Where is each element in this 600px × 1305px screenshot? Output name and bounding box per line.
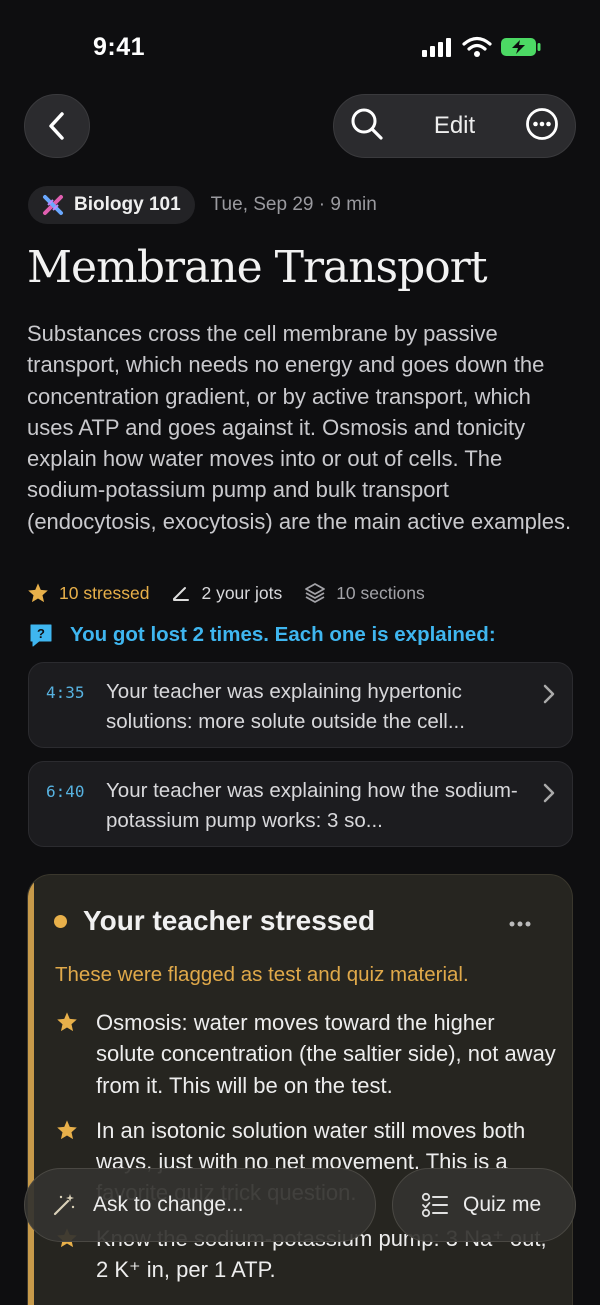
lost-moment-text: Your teacher was explaining hypertonic s… xyxy=(106,680,465,733)
lost-moment-timestamp: 4:35 xyxy=(46,683,85,702)
search-icon xyxy=(351,108,383,140)
star-icon xyxy=(28,583,48,603)
edit-button[interactable]: Edit xyxy=(434,112,475,140)
battery-charging-icon xyxy=(501,38,541,56)
stressed-card-header: Your teacher stressed xyxy=(54,905,375,937)
lost-moment-timestamp: 6:40 xyxy=(46,782,85,801)
question-bubble-icon: ? xyxy=(30,624,52,647)
stressed-point-text: Osmosis: water moves toward the higher s… xyxy=(96,1010,556,1098)
stressed-card-more-button[interactable] xyxy=(508,915,532,933)
sections-count-label: 10 sections xyxy=(336,582,425,603)
toolbar-pill: Edit xyxy=(333,94,576,158)
stressed-points-list: Osmosis: water moves toward the higher s… xyxy=(56,1007,556,1299)
checklist-icon xyxy=(421,1192,448,1218)
ask-to-change-label: Ask to change... xyxy=(93,1193,244,1216)
course-chip[interactable]: Biology 101 xyxy=(28,186,195,224)
ask-to-change-button[interactable]: Ask to change... xyxy=(24,1168,376,1242)
floating-action-bar: Ask to change... Quiz me xyxy=(0,1166,600,1246)
lost-moment-card[interactable]: 6:40 Your teacher was explaining how the… xyxy=(28,761,573,847)
more-circle-icon xyxy=(526,107,558,140)
search-button[interactable] xyxy=(350,107,384,146)
status-time: 9:41 xyxy=(93,33,146,61)
note-meta-row: Biology 101 Tue, Sep 29 · 9 min xyxy=(28,186,377,224)
more-options-button[interactable] xyxy=(525,107,559,146)
star-icon xyxy=(57,1120,77,1140)
chevron-right-icon xyxy=(543,783,555,803)
jots-count-label: 2 your jots xyxy=(201,582,283,603)
jots-count[interactable]: 2 your jots xyxy=(171,583,282,604)
stats-row: 10 stressed 2 your jots 10 sections xyxy=(27,582,447,604)
chevron-right-icon xyxy=(543,684,555,704)
star-icon xyxy=(57,1012,77,1032)
note-summary: Substances cross the cell membrane by pa… xyxy=(27,321,572,534)
back-button[interactable] xyxy=(24,94,90,158)
stressed-count[interactable]: 10 stressed xyxy=(27,582,149,604)
sections-count[interactable]: 10 sections xyxy=(304,582,425,604)
stressed-point: Osmosis: water moves toward the higher s… xyxy=(56,1007,556,1101)
lost-heading-text: You got lost 2 times. Each one is explai… xyxy=(70,623,496,646)
quiz-me-label: Quiz me xyxy=(463,1193,542,1216)
stressed-card-subtitle: These were flagged as test and quiz mate… xyxy=(55,963,469,986)
dna-icon xyxy=(43,195,63,215)
status-icons xyxy=(422,36,542,58)
wifi-icon xyxy=(462,36,492,57)
pencil-icon xyxy=(173,587,190,601)
cellular-signal-icon xyxy=(422,38,451,57)
status-bar: 9:41 xyxy=(0,0,600,96)
magic-wand-icon xyxy=(53,1194,75,1216)
chevron-left-icon xyxy=(49,112,64,140)
lost-heading: ? You got lost 2 times. Each one is expl… xyxy=(28,622,496,648)
quiz-me-button[interactable]: Quiz me xyxy=(392,1168,576,1242)
lost-moment-card[interactable]: 4:35 Your teacher was explaining hyperto… xyxy=(28,662,573,748)
more-horizontal-icon xyxy=(509,921,531,927)
stressed-card-title: Your teacher stressed xyxy=(83,905,376,936)
lost-moment-text: Your teacher was explaining how the sodi… xyxy=(106,779,518,832)
course-name: Biology 101 xyxy=(74,194,181,215)
note-title: Membrane Transport xyxy=(27,242,488,293)
layers-icon xyxy=(305,583,326,603)
note-date-duration: Tue, Sep 29 · 9 min xyxy=(210,194,377,215)
stressed-count-label: 10 stressed xyxy=(59,582,150,603)
bullet-dot xyxy=(54,914,67,928)
svg-text:?: ? xyxy=(37,626,45,641)
